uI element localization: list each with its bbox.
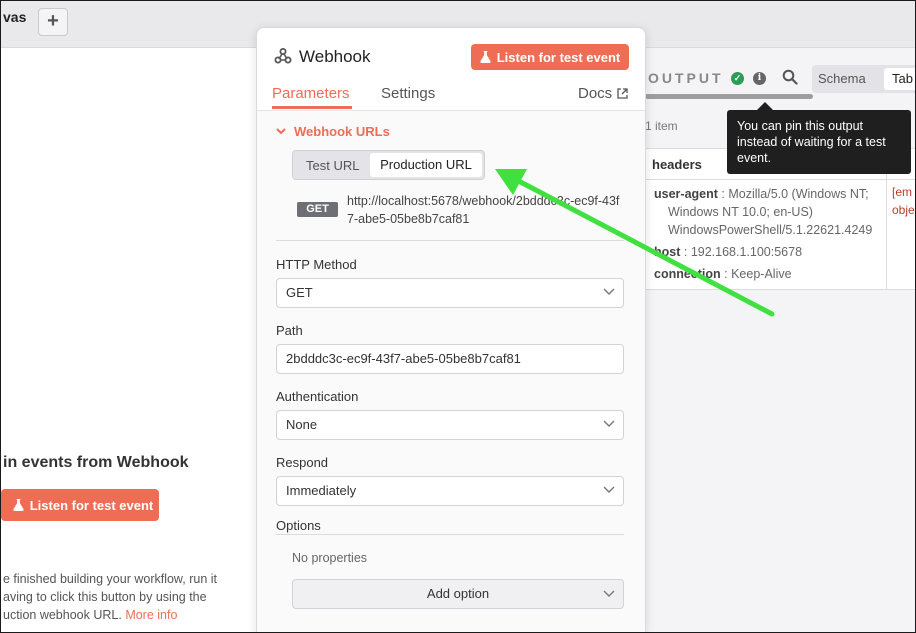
canvas-label: vas: [3, 9, 27, 25]
output-panel: OUTPUT ✓ i Schema Tab 1 item headers ra …: [645, 48, 915, 632]
path-input[interactable]: 2bdddc3c-ec9f-43f7-abe5-05be8b7caf81: [276, 344, 624, 374]
method-badge: GET: [297, 202, 338, 217]
chevron-down-icon: [603, 590, 615, 597]
table-row: connection : Keep-Alive: [654, 267, 792, 281]
add-option-label: Add option: [426, 586, 490, 601]
row-continuation: WindowsPowerShell/5.1.22621.4249: [668, 223, 873, 237]
row-continuation: Windows NT 10.0; en-US): [668, 205, 813, 219]
output-label: OUTPUT: [648, 70, 724, 86]
output-view-tabs: Schema Tab: [812, 65, 915, 93]
respond-select[interactable]: Immediately: [276, 476, 624, 506]
tab-schema[interactable]: Schema: [818, 71, 866, 86]
pin-output-tooltip: You can pin this output instead of waiti…: [727, 110, 911, 174]
listen-test-event-button[interactable]: Listen for test event: [471, 44, 629, 70]
add-option-button[interactable]: Add option: [292, 579, 624, 609]
table-row: user-agent : Mozilla/5.0 (Windows NT;: [654, 187, 869, 201]
no-properties-text: No properties: [292, 551, 368, 565]
header-divider: [646, 179, 915, 180]
flask-icon: [13, 499, 24, 511]
chevron-down-icon: [603, 486, 615, 493]
horizontal-scrollbar[interactable]: [645, 94, 813, 99]
chevron-down-icon: [276, 128, 286, 135]
tooltip-arrow: [757, 102, 773, 110]
webhook-node-panel: Webhook Listen for test event Parameters…: [256, 27, 646, 632]
items-count: 1 item: [645, 119, 678, 133]
info-icon[interactable]: i: [753, 72, 766, 85]
flask-icon: [480, 51, 491, 63]
tab-docs[interactable]: Docs: [578, 85, 628, 102]
row-value: 192.168.1.100:5678: [690, 245, 803, 259]
row-value: Mozilla/5.0 (Windows NT;: [728, 187, 869, 201]
column-header-headers: headers: [652, 157, 702, 172]
authentication-select[interactable]: None: [276, 410, 624, 440]
test-url-option[interactable]: Test URL: [306, 158, 359, 173]
webhook-icon: [274, 48, 292, 64]
listen-button-label: Listen for test event: [29, 497, 154, 513]
row-key: connection: [654, 267, 721, 281]
input-panel: in events from Webhook Listen for test e…: [1, 48, 256, 632]
row-key: host: [654, 245, 681, 259]
tab-table[interactable]: Tab: [884, 68, 915, 90]
chevron-down-icon: [603, 288, 615, 295]
respond-label: Respond: [276, 455, 329, 470]
http-method-select[interactable]: GET: [276, 278, 624, 308]
path-value: 2bdddc3c-ec9f-43f7-abe5-05be8b7caf81: [286, 351, 521, 366]
listen-button-label: Listen for test event: [496, 49, 621, 65]
external-link-icon: [617, 88, 628, 99]
table-row: host : 192.168.1.100:5678: [654, 245, 803, 259]
check-circle-icon: ✓: [731, 72, 744, 85]
next-column-value: obje: [892, 203, 915, 217]
divider: [276, 534, 624, 535]
node-title: Webhook: [299, 47, 371, 66]
tab-settings[interactable]: Settings: [381, 85, 435, 102]
tab-parameters[interactable]: Parameters: [272, 85, 350, 102]
next-column-value: [em: [892, 185, 913, 199]
listen-test-event-button-secondary[interactable]: Listen for test event: [1, 489, 159, 521]
divider: [276, 240, 624, 241]
node-tabs: Parameters Settings Docs: [257, 82, 645, 111]
row-key: user-agent: [654, 187, 718, 201]
webhook-urls-label: Webhook URLs: [294, 124, 390, 139]
description-text: e finished building your workflow, run i…: [3, 572, 218, 622]
input-panel-description: e finished building your workflow, run i…: [3, 570, 243, 624]
active-tab-indicator: [272, 106, 352, 109]
docs-label: Docs: [578, 85, 613, 102]
chevron-down-icon: [603, 420, 615, 427]
input-panel-title: in events from Webhook: [3, 454, 189, 471]
url-type-toggle: Test URL Production URL: [292, 150, 485, 180]
production-url-option[interactable]: Production URL: [370, 153, 482, 177]
http-method-value: GET: [286, 285, 313, 300]
authentication-label: Authentication: [276, 389, 359, 404]
options-label: Options: [276, 518, 321, 533]
webhook-url[interactable]: http://localhost:5678/webhook/2bdddc3c-e…: [347, 192, 622, 228]
respond-value: Immediately: [286, 483, 357, 498]
add-node-button[interactable]: +: [38, 8, 68, 36]
http-method-label: HTTP Method: [276, 257, 357, 272]
search-icon[interactable]: [782, 69, 798, 85]
path-label: Path: [276, 323, 303, 338]
more-info-link[interactable]: More info: [125, 608, 177, 622]
app-window: vas + in events from Webhook Listen for …: [0, 0, 916, 633]
row-value: Keep-Alive: [731, 267, 792, 281]
webhook-urls-toggle[interactable]: Webhook URLs: [276, 124, 390, 139]
authentication-value: None: [286, 417, 318, 432]
